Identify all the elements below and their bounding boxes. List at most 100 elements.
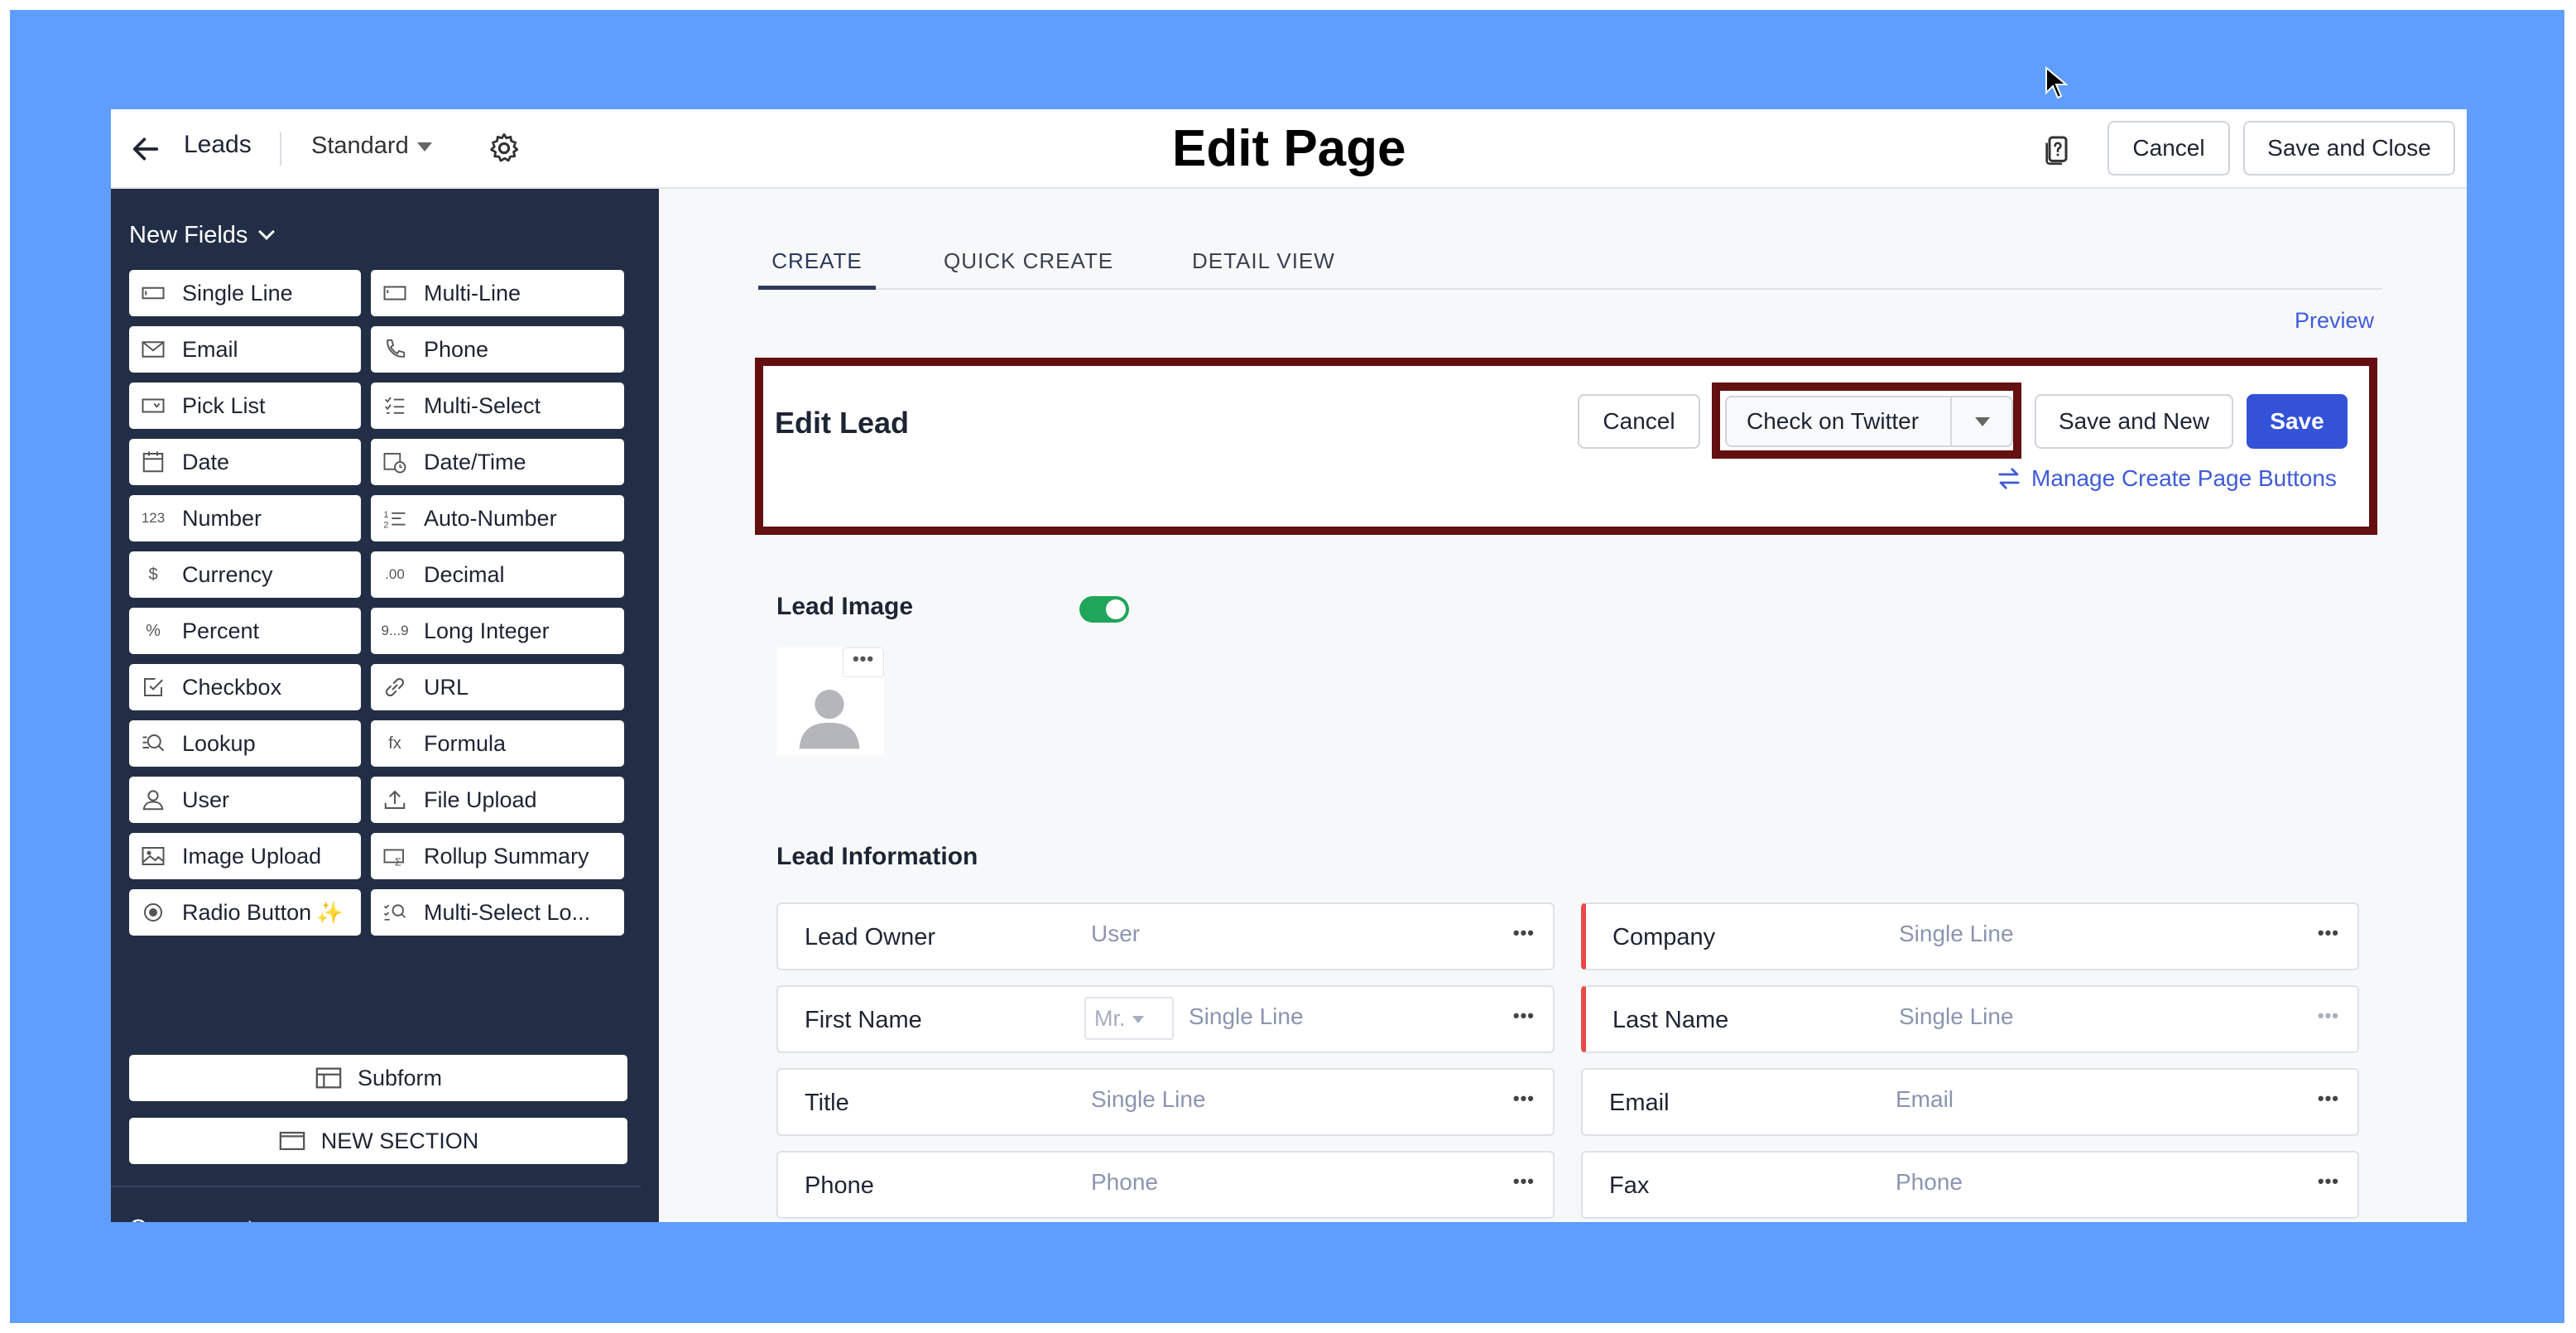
field-tile-percent[interactable]: % Percent xyxy=(129,608,361,654)
field-type: Single Line xyxy=(1189,1003,1304,1029)
layout-field-phone[interactable]: Phone Phone ••• xyxy=(776,1151,1555,1219)
field-tile-phone[interactable]: Phone xyxy=(371,326,624,373)
header-cancel-button[interactable]: Cancel xyxy=(2107,121,2230,176)
field-tile-date[interactable]: Date xyxy=(129,439,361,485)
chevron-down-icon xyxy=(1132,1016,1144,1024)
check-on-twitter-button[interactable]: Check on Twitter xyxy=(1725,396,2013,447)
module-name: Leads xyxy=(184,131,252,158)
field-more-options-icon[interactable]: ••• xyxy=(2318,1088,2339,1109)
field-tile-pick-list[interactable]: Pick List xyxy=(129,383,361,429)
layout-field-last-name[interactable]: Last Name Single Line ••• xyxy=(1581,985,2359,1053)
field-tile-multi-select[interactable]: Multi-Select xyxy=(371,383,624,429)
lead-image-placeholder[interactable]: ••• xyxy=(776,647,884,755)
save-and-new-button[interactable]: Save and New xyxy=(2035,394,2233,449)
split-button-divider xyxy=(1950,397,1952,445)
help-document-icon[interactable] xyxy=(2041,132,2074,167)
image-more-options-icon[interactable]: ••• xyxy=(843,647,884,677)
svg-text:Σ: Σ xyxy=(395,856,401,868)
layout-field-title[interactable]: Title Single Line ••• xyxy=(776,1068,1555,1136)
components-toggle[interactable]: Components xyxy=(129,1215,293,1222)
layout-dropdown[interactable]: Standard xyxy=(311,132,432,160)
image-upload-icon xyxy=(139,842,167,870)
field-tile-decimal[interactable]: .00 Decimal xyxy=(371,551,624,598)
field-tile-label: Rollup Summary xyxy=(424,843,589,869)
tab-quick-create[interactable]: QUICK CREATE xyxy=(944,238,1113,290)
field-tile-label: Formula xyxy=(424,730,507,756)
manage-create-page-buttons-link[interactable]: Manage Create Page Buttons xyxy=(1997,465,2337,492)
field-tile-radio-button[interactable]: Radio Button ✨ xyxy=(129,889,361,936)
field-tile-user[interactable]: User xyxy=(129,777,361,823)
tab-create[interactable]: CREATE xyxy=(758,238,876,290)
field-tile-number[interactable]: 123 Number xyxy=(129,495,361,541)
lead-image-toggle[interactable] xyxy=(1079,596,1129,623)
date-icon xyxy=(139,448,167,476)
field-more-options-icon[interactable]: ••• xyxy=(2318,1005,2339,1027)
field-tile-checkbox[interactable]: Checkbox xyxy=(129,664,361,710)
salutation-placeholder: Mr. xyxy=(1094,1006,1126,1031)
field-tile-currency[interactable]: $ Currency xyxy=(129,551,361,598)
field-palette-sidebar: New Fields Single Line Multi-Line Email Pho… xyxy=(111,189,659,1222)
salutation-select[interactable]: Mr. xyxy=(1084,997,1174,1040)
field-tile-formula[interactable]: fx Formula xyxy=(371,720,624,767)
subform-tile[interactable]: Subform xyxy=(129,1055,627,1101)
field-tile-rollup-summary[interactable]: Σ Rollup Summary xyxy=(371,833,624,879)
field-tile-label: User xyxy=(182,787,230,812)
tab-detail-view[interactable]: DETAIL VIEW xyxy=(1192,238,1335,290)
back-arrow-icon[interactable] xyxy=(129,132,162,166)
field-more-options-icon[interactable]: ••• xyxy=(1513,1171,1535,1192)
field-more-options-icon[interactable]: ••• xyxy=(1513,1088,1535,1109)
save-and-close-button[interactable]: Save and Close xyxy=(2243,121,2455,176)
field-type: Email xyxy=(1896,1086,1954,1112)
field-tile-auto-number[interactable]: 1 2 Auto-Number xyxy=(371,495,624,541)
field-label: Company xyxy=(1612,924,1716,950)
mouse-cursor-icon xyxy=(2045,66,2068,99)
chevron-down-icon xyxy=(416,142,432,152)
new-fields-toggle[interactable]: New Fields xyxy=(129,222,276,249)
field-tile-multi-line[interactable]: Multi-Line xyxy=(371,270,624,316)
field-tile-date-time[interactable]: Date/Time xyxy=(371,439,624,485)
gear-icon[interactable] xyxy=(487,131,521,166)
field-more-options-icon[interactable]: ••• xyxy=(1513,922,1535,944)
layout-field-fax[interactable]: Fax Phone ••• xyxy=(1581,1151,2359,1219)
header-divider xyxy=(280,132,281,166)
field-tile-label: Decimal xyxy=(424,561,505,587)
field-tile-image-upload[interactable]: Image Upload xyxy=(129,833,361,879)
file-upload-icon xyxy=(381,786,409,814)
page-title: Edit Page xyxy=(1172,120,1406,177)
field-tile-label: Checkbox xyxy=(182,674,282,700)
svg-text:2: 2 xyxy=(383,520,388,530)
field-tile-label: Phone xyxy=(424,336,489,362)
phone-icon xyxy=(381,335,409,363)
caret-down-icon[interactable] xyxy=(1975,417,1990,426)
manage-buttons-label: Manage Create Page Buttons xyxy=(2031,465,2337,491)
layout-field-email[interactable]: Email Email ••• xyxy=(1581,1068,2359,1136)
layout-field-lead-owner[interactable]: Lead Owner User ••• xyxy=(776,902,1555,970)
field-tile-file-upload[interactable]: File Upload xyxy=(371,777,624,823)
field-type: User xyxy=(1091,921,1141,946)
field-tile-long-integer[interactable]: 9...9 Long Integer xyxy=(371,608,624,654)
layout-field-company[interactable]: Company Single Line ••• xyxy=(1581,902,2359,970)
field-tile-label: Email xyxy=(182,336,238,362)
field-more-options-icon[interactable]: ••• xyxy=(1513,1005,1535,1027)
checkbox-icon xyxy=(139,673,167,701)
edit-cancel-button[interactable]: Cancel xyxy=(1578,394,1700,449)
field-tile-url[interactable]: URL xyxy=(371,664,624,710)
save-button[interactable]: Save xyxy=(2247,394,2348,449)
field-tile-label: Pick List xyxy=(182,392,266,418)
field-type: Phone xyxy=(1896,1169,1963,1195)
sparkle-icon: ✨ xyxy=(316,899,344,925)
avatar-icon xyxy=(799,690,860,749)
field-tile-multi-select-lookup[interactable]: Multi-Select Lo... xyxy=(371,889,624,936)
lead-image-label: Lead Image xyxy=(776,593,914,620)
twitter-button-highlight: Check on Twitter xyxy=(1712,383,2021,459)
date-time-icon xyxy=(381,448,409,476)
preview-link[interactable]: Preview xyxy=(2295,308,2374,334)
field-tile-single-line[interactable]: Single Line xyxy=(129,270,361,316)
field-more-options-icon[interactable]: ••• xyxy=(2318,922,2339,944)
layout-field-first-name[interactable]: First Name Mr. Single Line ••• xyxy=(776,985,1555,1053)
field-more-options-icon[interactable]: ••• xyxy=(2318,1171,2339,1192)
new-section-tile[interactable]: NEW SECTION xyxy=(129,1118,627,1164)
field-tile-email[interactable]: Email xyxy=(129,326,361,373)
radio-button-icon xyxy=(139,898,167,926)
field-tile-lookup[interactable]: Lookup xyxy=(129,720,361,767)
